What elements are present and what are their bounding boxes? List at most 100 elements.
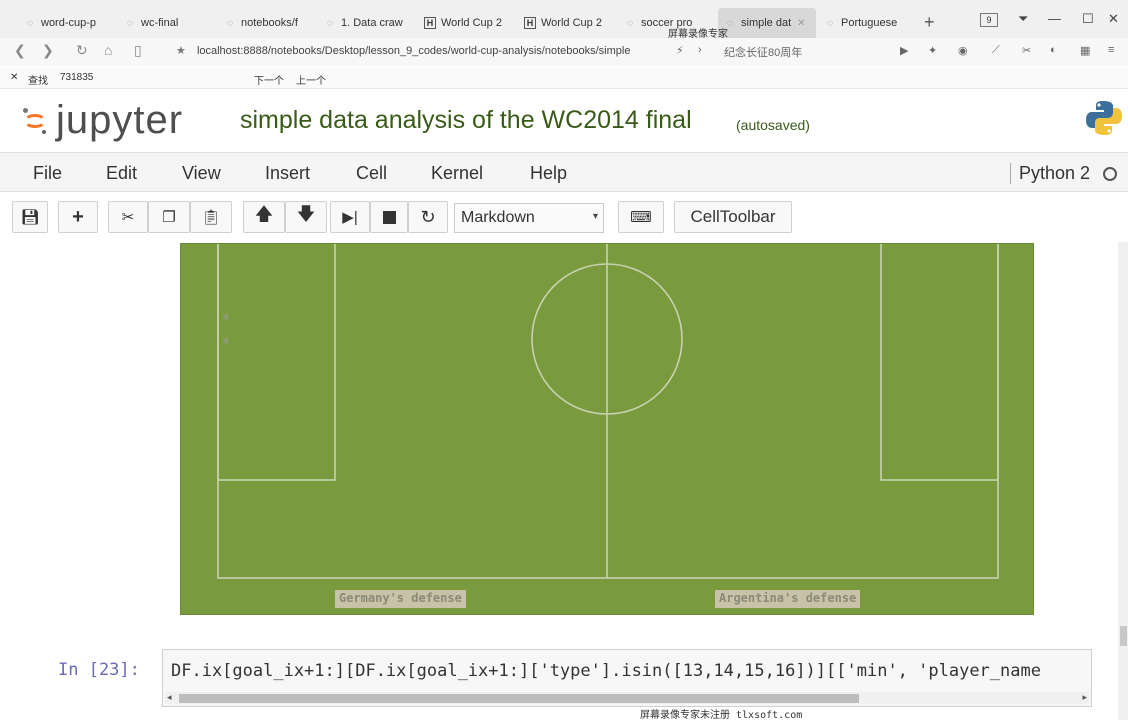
tab-label: 1. Data craw bbox=[341, 17, 403, 29]
browser-tab[interactable]: ◌ 1. Data craw bbox=[318, 8, 418, 38]
extension-icon[interactable]: ▶ bbox=[900, 44, 908, 57]
horizontal-scrollbar[interactable]: ◂ ▸ bbox=[165, 692, 1089, 704]
insert-cell-button[interactable]: + bbox=[58, 201, 98, 233]
browser-tab-active[interactable]: ◌ simple dat ✕ bbox=[718, 8, 816, 38]
jupyter-icon: ◌ bbox=[127, 17, 133, 29]
star-icon[interactable]: ★ bbox=[176, 45, 186, 57]
paste-button[interactable]: 📋︎ bbox=[190, 201, 232, 233]
extension-icon[interactable]: ◐ bbox=[1050, 44, 1057, 56]
copy-button[interactable]: ❐ bbox=[148, 201, 190, 233]
browser-tab-strip: ◌ word-cup-p ◌ wc-final ◌ notebooks/f ◌ … bbox=[0, 0, 1128, 42]
reader-icon[interactable]: ▯ bbox=[134, 42, 142, 59]
kernel-name: Python 2 bbox=[1010, 163, 1090, 184]
cell-type-select[interactable]: Markdown ▾ bbox=[454, 203, 604, 233]
extension-icon[interactable]: ▦ bbox=[1080, 44, 1090, 57]
maximize-icon[interactable]: ☐ bbox=[1082, 11, 1094, 27]
refresh-icon: ↻ bbox=[420, 206, 436, 227]
browser-tab[interactable]: H World Cup 2 bbox=[418, 8, 518, 38]
menu-bar: File Edit View Insert Cell Kernel Help P… bbox=[0, 152, 1128, 192]
find-label: 查找 bbox=[28, 76, 48, 87]
find-next-button[interactable]: 下一个 bbox=[254, 72, 284, 87]
code-cell-input[interactable]: DF.ix[goal_ix+1:][DF.ix[goal_ix+1:]['typ… bbox=[162, 649, 1092, 707]
keyboard-icon: ⌨ bbox=[630, 209, 652, 226]
close-window-icon[interactable]: ✕ bbox=[1108, 11, 1119, 27]
vertical-scroll-thumb[interactable] bbox=[1120, 626, 1127, 646]
marker-dot bbox=[223, 338, 229, 344]
tab-label: notebooks/f bbox=[241, 17, 298, 29]
run-cell-button[interactable]: ▶| bbox=[330, 201, 370, 233]
jupyter-icon: ◌ bbox=[227, 17, 233, 29]
cell-toolbar-label: CellToolbar bbox=[690, 207, 776, 226]
menu-help[interactable]: Help bbox=[530, 163, 567, 184]
extension-icon[interactable]: ⟋ bbox=[992, 44, 1000, 57]
find-prev-button[interactable]: 上一个 bbox=[296, 72, 326, 87]
menu-icon[interactable]: ≡ bbox=[1108, 44, 1114, 56]
browser-tab[interactable]: ◌ Portuguese bbox=[818, 8, 914, 38]
browser-tab[interactable]: ◌ word-cup-p bbox=[18, 8, 118, 38]
vertical-scrollbar[interactable] bbox=[1118, 242, 1128, 720]
close-find-icon[interactable]: ✕ bbox=[10, 72, 18, 83]
bookmark-item[interactable]: 纪念长征80周年 bbox=[724, 44, 802, 60]
chevron-right-icon[interactable]: › bbox=[698, 44, 702, 56]
horizontal-scroll-thumb[interactable] bbox=[179, 694, 859, 703]
code-text[interactable]: DF.ix[goal_ix+1:][DF.ix[goal_ix+1:]['typ… bbox=[171, 661, 1041, 681]
jupyter-icon: ◌ bbox=[827, 17, 833, 29]
browser-tab[interactable]: ◌ notebooks/f bbox=[218, 8, 318, 38]
command-palette-button[interactable]: ⌨ bbox=[618, 201, 664, 233]
tab-label: Portuguese bbox=[841, 17, 898, 29]
interrupt-button[interactable] bbox=[370, 201, 408, 233]
find-bar: ✕ 查找 731835 下一个 上一个 bbox=[0, 67, 1128, 89]
menu-cell[interactable]: Cell bbox=[356, 163, 387, 184]
scissors-icon: ✂ bbox=[121, 209, 135, 226]
stop-icon bbox=[382, 210, 396, 224]
url-text: localhost:8888/notebooks/Desktop/lesson_… bbox=[196, 45, 631, 57]
extension-icon[interactable]: ✦ bbox=[928, 44, 937, 57]
close-icon[interactable]: ✕ bbox=[797, 18, 805, 29]
bolt-icon[interactable]: ⚡ bbox=[676, 44, 684, 57]
menu-edit[interactable]: Edit bbox=[106, 163, 137, 184]
pitch-figure: Germany's defense Argentina's defense bbox=[180, 243, 1034, 615]
find-input[interactable]: 731835 bbox=[60, 72, 93, 83]
reload-icon[interactable]: ↻ bbox=[76, 42, 88, 59]
new-tab-icon[interactable]: + bbox=[924, 12, 935, 33]
move-down-button[interactable]: 🡇 bbox=[285, 201, 327, 233]
menu-kernel[interactable]: Kernel bbox=[431, 163, 483, 184]
cell-type-value: Markdown bbox=[461, 209, 535, 226]
jupyter-logo[interactable]: jupyter bbox=[20, 98, 183, 143]
funnel-icon[interactable]: ⏷ bbox=[1018, 11, 1028, 27]
tab-count-badge[interactable]: 9 bbox=[980, 13, 998, 27]
cell-toolbar-button[interactable]: CellToolbar bbox=[674, 201, 792, 233]
save-button[interactable]: 💾︎ bbox=[12, 201, 48, 233]
h-icon: H bbox=[424, 17, 436, 29]
scroll-left-icon[interactable]: ◂ bbox=[167, 692, 172, 703]
notebook-title[interactable]: simple data analysis of the WC2014 final bbox=[240, 106, 692, 135]
back-icon[interactable]: ❮ bbox=[14, 42, 26, 59]
tab-label: simple dat bbox=[741, 17, 792, 29]
paste-icon: 📋︎ bbox=[201, 209, 221, 226]
jupyter-header: jupyter simple data analysis of the WC20… bbox=[0, 90, 1128, 152]
tab-label: World Cup 2 bbox=[541, 17, 602, 29]
arrow-down-icon: 🡇 bbox=[296, 204, 316, 224]
right-penalty-box bbox=[880, 244, 999, 481]
browser-tab[interactable]: H World Cup 2 bbox=[518, 8, 618, 38]
extension-icon[interactable]: ◉ bbox=[958, 44, 968, 57]
step-forward-icon: ▶| bbox=[342, 209, 358, 226]
forward-icon[interactable]: ❯ bbox=[42, 42, 54, 59]
cut-button[interactable]: ✂ bbox=[108, 201, 148, 233]
extension-icon[interactable]: ✂ bbox=[1022, 44, 1031, 57]
move-up-button[interactable]: 🡅 bbox=[243, 201, 285, 233]
menu-file[interactable]: File bbox=[33, 163, 62, 184]
caret-down-icon: ▾ bbox=[592, 211, 598, 222]
home-icon[interactable]: ⌂ bbox=[104, 42, 112, 58]
jupyter-planet-icon bbox=[20, 106, 50, 136]
menu-insert[interactable]: Insert bbox=[265, 163, 310, 184]
h-icon: H bbox=[524, 17, 536, 29]
minimize-icon[interactable]: — bbox=[1048, 11, 1061, 26]
arrow-up-icon: 🡅 bbox=[254, 204, 274, 224]
scroll-right-icon[interactable]: ▸ bbox=[1082, 692, 1087, 703]
url-field[interactable]: ★ localhost:8888/notebooks/Desktop/lesso… bbox=[176, 44, 630, 57]
browser-tab[interactable]: ◌ wc-final bbox=[118, 8, 218, 38]
restart-kernel-button[interactable]: ↻ bbox=[408, 201, 448, 233]
cell-prompt: In [23]: bbox=[58, 660, 140, 680]
menu-view[interactable]: View bbox=[182, 163, 221, 184]
